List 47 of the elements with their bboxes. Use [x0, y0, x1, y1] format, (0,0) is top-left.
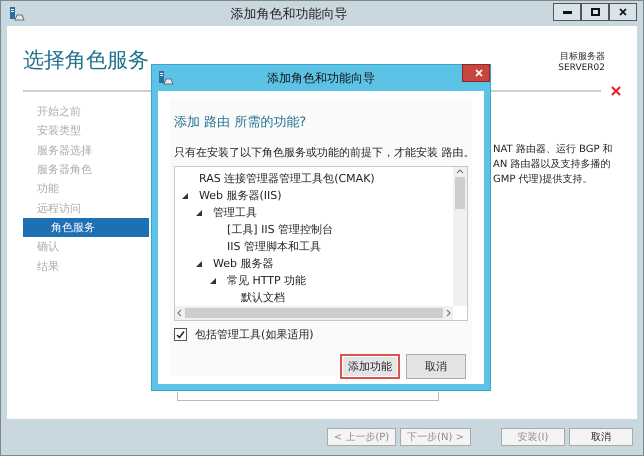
tree-item[interactable]: [工具] IIS 管理控制台: [227, 222, 334, 237]
scroll-up-icon[interactable]: [456, 167, 464, 175]
check-icon: [176, 330, 185, 339]
tree-item[interactable]: 常见 HTTP 功能: [227, 273, 306, 288]
maximize-button[interactable]: [581, 3, 609, 21]
minimize-icon: [562, 10, 572, 14]
tree-item[interactable]: Web 服务器: [213, 256, 274, 271]
dialog-title: 添加角色和功能向导: [266, 70, 376, 86]
dialog-heading: 添加 路由 所需的功能?: [174, 114, 308, 131]
expanded-triangle-icon[interactable]: [182, 192, 188, 198]
close-icon: [619, 8, 627, 16]
nav-item[interactable]: 角色服务: [23, 218, 149, 238]
target-server-label: 目标服务器: [560, 50, 605, 63]
app-icon: [158, 70, 174, 86]
scroll-left-icon[interactable]: [175, 309, 183, 317]
expanded-triangle-icon[interactable]: [210, 278, 216, 284]
checkbox-label: 包括管理工具(如果适用): [195, 327, 314, 342]
vertical-scrollbar[interactable]: [453, 167, 467, 306]
include-tools-checkbox[interactable]: [174, 328, 187, 341]
tree-item[interactable]: Web 服务器(IIS): [199, 188, 282, 203]
dialog-message: 只有在安装了以下角色服务或功能的前提下，才能安装 路由。: [174, 145, 468, 160]
tree-item[interactable]: IIS 管理脚本和工具: [227, 239, 321, 254]
description-line: AN 路由器以及支持多播的: [493, 158, 612, 172]
scroll-thumb[interactable]: [455, 177, 465, 209]
cancel-button[interactable]: 取消: [569, 428, 633, 446]
close-button[interactable]: [609, 3, 637, 21]
close-icon: [475, 69, 483, 77]
window-title: 添加角色和功能向导: [230, 6, 348, 22]
minimize-button[interactable]: [553, 3, 581, 21]
maximize-icon: [590, 8, 600, 16]
description-line: GMP 代理)提供支持。: [493, 172, 594, 187]
tree-item[interactable]: 默认文档: [241, 290, 285, 305]
description-line: NAT 路由器、运行 BGP 和: [493, 142, 614, 157]
tree-item[interactable]: 管理工具: [213, 205, 257, 220]
horizontal-scrollbar[interactable]: [175, 306, 453, 320]
target-server-name: SERVER02: [558, 63, 605, 73]
expanded-triangle-icon[interactable]: [196, 260, 202, 266]
close-button[interactable]: [462, 64, 490, 82]
page-title: 选择角色服务: [23, 47, 149, 74]
scroll-thumb[interactable]: [185, 308, 443, 318]
app-icon: [9, 6, 25, 22]
add-features-button[interactable]: 添加功能: [340, 354, 400, 379]
scroll-right-icon[interactable]: [445, 309, 453, 317]
error-icon[interactable]: [611, 86, 621, 96]
expanded-triangle-icon[interactable]: [196, 210, 202, 216]
tree-item[interactable]: RAS 连接管理器管理工具包(CMAK): [199, 171, 375, 186]
cancel-button[interactable]: 取消: [406, 354, 466, 379]
